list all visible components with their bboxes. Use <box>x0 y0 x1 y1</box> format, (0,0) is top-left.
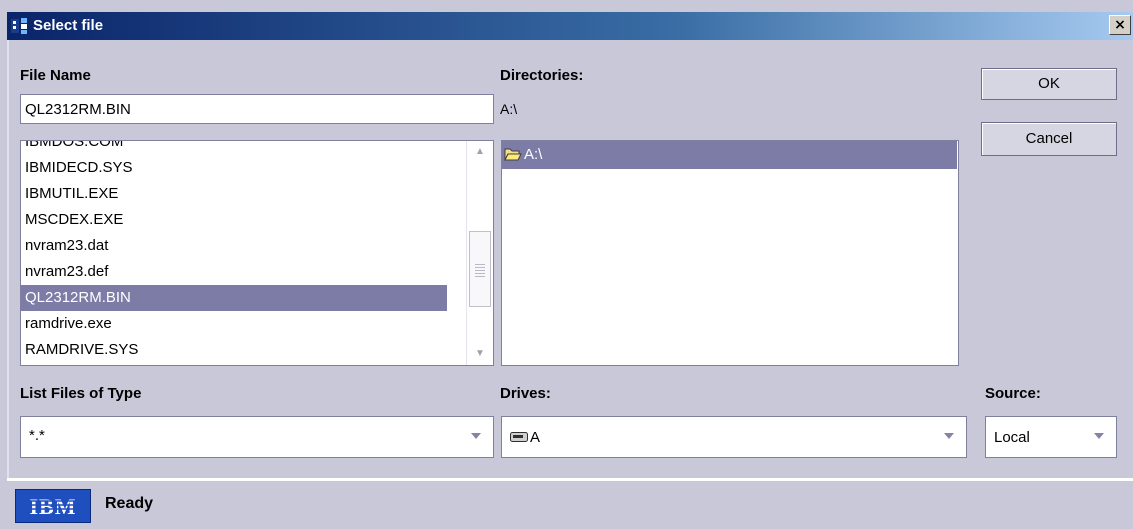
file-list-scrollbar[interactable]: ▲ ▼ <box>466 141 493 365</box>
status-text: Ready <box>105 495 154 512</box>
close-icon: × <box>1114 17 1126 33</box>
list-item[interactable]: nvram23.dat <box>21 233 447 259</box>
file-name-label: File Name <box>20 67 91 84</box>
list-item[interactable]: IBMUTIL.EXE <box>21 181 447 207</box>
directory-list[interactable]: A:\ <box>501 140 959 366</box>
list-item[interactable]: RAMDRIVE.SYS <box>21 337 447 363</box>
grip-line <box>475 267 485 268</box>
directory-item-label: A:\ <box>524 146 543 163</box>
list-item[interactable]: IBMDOS.COM <box>21 141 447 155</box>
open-folder-icon <box>504 148 522 161</box>
grip-line <box>475 264 485 265</box>
grip-line <box>475 270 485 271</box>
list-item[interactable]: MSCDEX.EXE <box>21 207 447 233</box>
status-bar: IBM Ready <box>7 478 1133 529</box>
file-name-input[interactable]: QL2312RM.BIN <box>20 94 494 124</box>
list-item[interactable]: nvram23.def <box>21 259 447 285</box>
directories-label: Directories: <box>500 67 584 84</box>
ibm-logo: IBM <box>15 489 91 523</box>
svg-text:IBM: IBM <box>30 494 77 519</box>
ok-button[interactable]: OK <box>981 68 1117 100</box>
scroll-up-arrow-icon[interactable]: ▲ <box>467 141 493 163</box>
window-title: Select file <box>33 17 104 34</box>
directory-item-selected[interactable]: A:\ <box>502 141 957 169</box>
source-label: Source: <box>985 385 1041 402</box>
dialog-content: File Name QL2312RM.BIN IBMDOS.COM IBMIDE… <box>9 42 1133 476</box>
file-list[interactable]: IBMDOS.COM IBMIDECD.SYS IBMUTIL.EXE MSCD… <box>20 140 494 366</box>
list-item-selected[interactable]: QL2312RM.BIN <box>21 285 447 311</box>
floppy-drive-icon <box>510 432 528 442</box>
cancel-button[interactable]: Cancel <box>981 122 1117 156</box>
current-directory-path: A:\ <box>500 101 518 117</box>
list-item[interactable]: ramdrive.exe <box>21 311 447 337</box>
chevron-down-icon[interactable] <box>471 433 481 439</box>
ibm-logo-icon: IBM <box>24 494 82 519</box>
select-file-dialog: Select file × File Name QL2312RM.BIN IBM… <box>0 0 1133 529</box>
close-button[interactable]: × <box>1109 15 1131 35</box>
grip-line <box>475 276 485 277</box>
file-type-dropdown[interactable]: *.* <box>20 416 494 458</box>
list-item[interactable]: IBMIDECD.SYS <box>21 155 447 181</box>
title-bar[interactable]: Select file × <box>7 12 1133 40</box>
file-type-label: List Files of Type <box>20 385 142 402</box>
grip-line <box>475 273 485 274</box>
file-type-value: *.* <box>29 427 45 444</box>
chevron-down-icon[interactable] <box>1094 433 1104 439</box>
drives-label: Drives: <box>500 385 551 402</box>
chevron-down-icon[interactable] <box>944 433 954 439</box>
drives-dropdown[interactable]: A <box>501 416 967 458</box>
scroll-down-arrow-icon[interactable]: ▼ <box>467 343 493 365</box>
drive-value-wrap: A <box>510 429 540 446</box>
scroll-thumb[interactable] <box>469 231 491 307</box>
java-app-icon <box>11 18 27 34</box>
source-value: Local <box>994 429 1030 446</box>
source-dropdown[interactable]: Local <box>985 416 1117 458</box>
file-name-value: QL2312RM.BIN <box>25 101 131 118</box>
drive-value: A <box>530 429 541 446</box>
